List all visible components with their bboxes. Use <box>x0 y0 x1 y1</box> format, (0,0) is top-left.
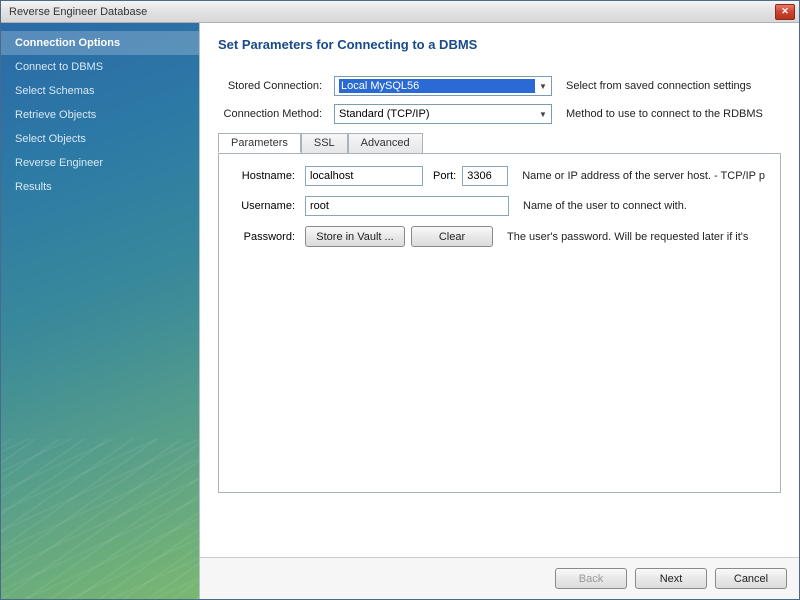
tabstrip: Parameters SSL Advanced <box>218 133 781 154</box>
clear-password-button[interactable]: Clear <box>411 226 493 247</box>
chevron-down-icon: ▼ <box>535 105 551 123</box>
store-in-vault-button[interactable]: Store in Vault ... <box>305 226 405 247</box>
tab-parameters[interactable]: Parameters <box>218 133 301 153</box>
username-label: Username: <box>229 200 299 212</box>
wizard-window: Reverse Engineer Database ✕ Connection O… <box>0 0 800 600</box>
port-input[interactable] <box>462 166 508 186</box>
connection-method-combo[interactable]: Standard (TCP/IP) ▼ <box>334 104 552 124</box>
cancel-button[interactable]: Cancel <box>715 568 787 589</box>
hostname-input[interactable] <box>305 166 423 186</box>
window-title: Reverse Engineer Database <box>5 6 775 18</box>
tab-advanced[interactable]: Advanced <box>348 133 423 153</box>
close-icon[interactable]: ✕ <box>775 4 795 20</box>
row-stored-connection: Stored Connection: Local MySQL56 ▼ Selec… <box>218 76 781 96</box>
row-password: Password: Store in Vault ... Clear The u… <box>229 226 770 247</box>
sidebar-item-connect-to-dbms[interactable]: Connect to DBMS <box>1 55 199 79</box>
sidebar-item-label: Select Schemas <box>15 85 94 97</box>
port-label: Port: <box>429 170 456 182</box>
back-button[interactable]: Back <box>555 568 627 589</box>
row-username: Username: Name of the user to connect wi… <box>229 196 770 216</box>
main-panel: Set Parameters for Connecting to a DBMS … <box>199 23 799 599</box>
password-label: Password: <box>229 231 299 243</box>
stored-connection-value: Local MySQL56 <box>339 79 535 93</box>
sidebar-item-select-schemas[interactable]: Select Schemas <box>1 79 199 103</box>
stored-connection-hint: Select from saved connection settings <box>558 80 781 92</box>
sidebar-item-label: Select Objects <box>15 133 86 145</box>
content-area: Set Parameters for Connecting to a DBMS … <box>200 23 799 557</box>
sidebar-item-results[interactable]: Results <box>1 175 199 199</box>
tab-panel-parameters: Hostname: Port: Name or IP address of th… <box>218 153 781 493</box>
page-title: Set Parameters for Connecting to a DBMS <box>218 37 781 52</box>
sidebar-item-select-objects[interactable]: Select Objects <box>1 127 199 151</box>
username-input[interactable] <box>305 196 509 216</box>
hostname-hint: Name or IP address of the server host. -… <box>514 170 770 182</box>
tab-ssl[interactable]: SSL <box>301 133 348 153</box>
row-connection-method: Connection Method: Standard (TCP/IP) ▼ M… <box>218 104 781 124</box>
tab-area: Parameters SSL Advanced Hostname: Port: … <box>218 132 781 493</box>
sidebar-item-label: Connection Options <box>15 37 120 49</box>
username-hint: Name of the user to connect with. <box>515 200 770 212</box>
window-body: Connection Options Connect to DBMS Selec… <box>1 23 799 599</box>
hostname-label: Hostname: <box>229 170 299 182</box>
stored-connection-label: Stored Connection: <box>218 80 328 92</box>
sidebar-item-reverse-engineer[interactable]: Reverse Engineer <box>1 151 199 175</box>
sidebar-item-label: Results <box>15 181 52 193</box>
sidebar-item-label: Reverse Engineer <box>15 157 103 169</box>
sidebar-item-label: Retrieve Objects <box>15 109 96 121</box>
row-hostname: Hostname: Port: Name or IP address of th… <box>229 166 770 186</box>
sidebar-item-label: Connect to DBMS <box>15 61 103 73</box>
titlebar[interactable]: Reverse Engineer Database ✕ <box>1 1 799 23</box>
sidebar-item-connection-options[interactable]: Connection Options <box>1 31 199 55</box>
chevron-down-icon: ▼ <box>535 77 551 95</box>
sidebar-item-retrieve-objects[interactable]: Retrieve Objects <box>1 103 199 127</box>
password-hint: The user's password. Will be requested l… <box>499 231 770 243</box>
next-button[interactable]: Next <box>635 568 707 589</box>
connection-method-value: Standard (TCP/IP) <box>339 108 535 120</box>
wizard-sidebar: Connection Options Connect to DBMS Selec… <box>1 23 199 599</box>
connection-method-label: Connection Method: <box>218 108 328 120</box>
stored-connection-combo[interactable]: Local MySQL56 ▼ <box>334 76 552 96</box>
connection-method-hint: Method to use to connect to the RDBMS <box>558 108 781 120</box>
wizard-footer: Back Next Cancel <box>200 557 799 599</box>
